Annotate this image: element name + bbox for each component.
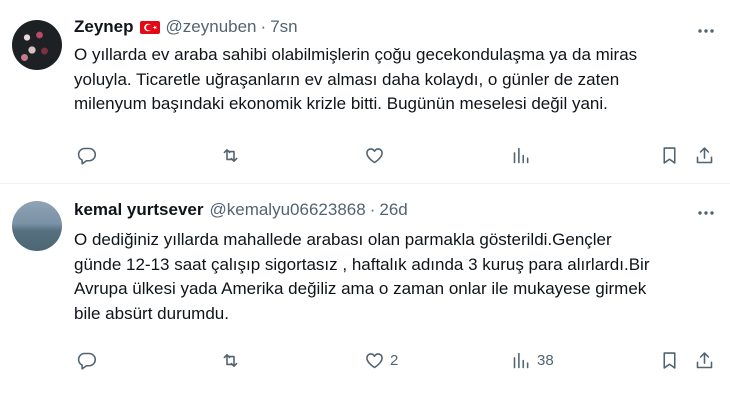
tweet[interactable]: Zeynep @zeynuben · 7sn O yıllarda ev ara… [0, 0, 730, 183]
retweet-icon [223, 353, 238, 367]
tweet-text-line: bile absürt durumdu. [74, 303, 229, 323]
like-button[interactable]: 2 [364, 348, 398, 372]
reply-icon [77, 147, 97, 165]
user-handle[interactable]: @kemalyu06623868 [209, 200, 365, 220]
like-icon [366, 147, 383, 163]
reply-button[interactable] [76, 348, 102, 372]
bookmark-icon [663, 351, 676, 369]
avatar[interactable] [12, 201, 62, 251]
tweet-text-line: Avrupa ülkesi yada Amerika değiliz ama o… [74, 279, 647, 298]
bookmark-icon [663, 146, 676, 164]
tweet-text-line: milenyum başındaki ekonomik krizle bitti… [74, 94, 608, 113]
tweet-text: O dediğiniz yıllarda mahallede arabası o… [74, 228, 714, 326]
views-icon [513, 352, 529, 368]
action-bar [74, 143, 716, 167]
tweet[interactable]: kemal yurtsever @kemalyu06623868 · 26d O… [0, 184, 730, 420]
like-button[interactable] [364, 143, 390, 167]
tweet-text-line: O dediğiniz yıllarda mahallede arabası o… [74, 230, 612, 249]
share-button[interactable] [694, 143, 715, 167]
action-bar: 2 38 [74, 348, 716, 372]
reply-button[interactable] [76, 143, 102, 167]
display-name[interactable]: Zeynep [74, 17, 134, 37]
views-icon [513, 147, 529, 163]
share-icon [696, 351, 713, 368]
reply-icon [77, 352, 97, 370]
timestamp[interactable]: 26d [379, 200, 407, 220]
retweet-icon [223, 148, 238, 162]
retweet-button[interactable] [220, 348, 246, 372]
tweet-text: O yıllarda ev araba sahibi olabilmişleri… [74, 43, 714, 117]
share-icon [696, 146, 713, 163]
views-button[interactable]: 38 [511, 348, 554, 372]
bookmark-button[interactable] [659, 348, 680, 372]
like-count: 2 [390, 351, 399, 369]
avatar[interactable] [12, 20, 62, 70]
user-handle[interactable]: @zeynuben [166, 17, 257, 37]
tweet-header: Zeynep @zeynuben · 7sn [74, 17, 298, 37]
separator-dot: · [260, 17, 267, 36]
more-icon[interactable] [696, 203, 716, 223]
share-button[interactable] [694, 348, 715, 372]
tweet-text-line: O yıllarda ev araba sahibi olabilmişleri… [74, 45, 638, 64]
views-count: 38 [537, 351, 554, 369]
separator-dot: · [369, 200, 376, 219]
timestamp[interactable]: 7sn [270, 17, 297, 37]
like-icon [366, 352, 383, 368]
turkey-flag-icon [139, 20, 160, 34]
tweet-text-line: yoluyla. Ticaretle uğraşanların ev almas… [74, 69, 620, 89]
views-button[interactable] [511, 143, 537, 167]
retweet-button[interactable] [220, 143, 246, 167]
bookmark-button[interactable] [659, 143, 680, 167]
display-name[interactable]: kemal yurtsever [74, 200, 203, 220]
more-icon[interactable] [696, 21, 716, 41]
tweet-text-line: günde 12-13 saat çalışıp sigortasız , ha… [74, 254, 650, 274]
tweet-header: kemal yurtsever @kemalyu06623868 · 26d [74, 200, 408, 220]
